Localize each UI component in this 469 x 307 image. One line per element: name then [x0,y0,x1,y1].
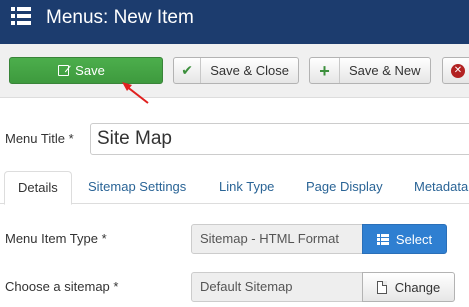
menu-title-input[interactable]: Site Map [90,123,469,155]
sitemap-field: Default Sitemap [191,272,363,302]
select-button-label: Select [395,231,433,247]
page-title: Menus: New Item [46,7,194,28]
tab-sitemap-settings[interactable]: Sitemap Settings [75,171,199,204]
list-icon [376,233,389,245]
tab-page-display[interactable]: Page Display [293,171,396,204]
save-new-button[interactable]: + Save & New [309,57,431,84]
sitemap-label: Choose a sitemap * [5,279,119,294]
change-button[interactable]: Change [362,272,455,302]
select-button[interactable]: Select [362,224,447,254]
menu-list-icon [11,7,31,25]
close-button[interactable]: ✕ [442,57,469,84]
save-close-button[interactable]: ✔ Save & Close [173,57,299,84]
tab-details[interactable]: Details [4,171,72,205]
document-icon [376,280,387,294]
plus-icon: + [310,58,340,83]
annotation-arrow-icon [122,82,149,104]
page-header: Menus: New Item [0,0,469,44]
menu-item-type-label: Menu Item Type * [5,231,107,246]
tab-bar: Details Sitemap Settings Link Type Page … [0,171,469,205]
toolbar: Save ✔ Save & Close + Save & New ✕ [0,44,469,98]
menu-title-label: Menu Title * [5,131,74,146]
save-button-label: Save [75,63,105,78]
tab-link-type[interactable]: Link Type [206,171,287,204]
close-icon: ✕ [443,58,469,83]
menu-item-type-field: Sitemap - HTML Format [191,224,363,254]
save-new-label: Save & New [349,63,421,78]
check-icon: ✔ [174,58,202,83]
save-close-label: Save & Close [210,63,289,78]
change-button-label: Change [394,279,441,295]
tab-metadata[interactable]: Metadata [401,171,469,204]
edit-icon [58,65,70,76]
